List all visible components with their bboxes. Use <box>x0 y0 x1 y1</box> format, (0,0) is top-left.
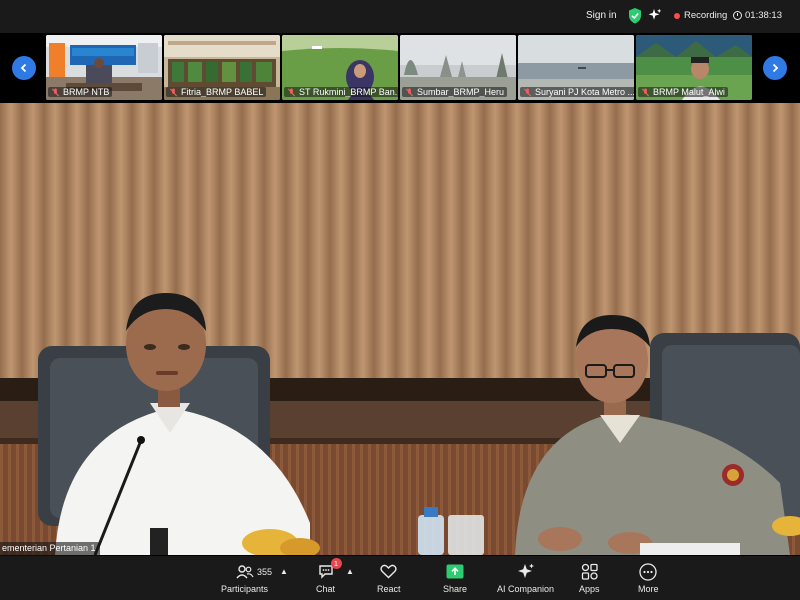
clock-icon <box>733 11 742 20</box>
timer-value: 01:38:13 <box>745 10 782 21</box>
main-video-scene <box>0 103 800 555</box>
more-button[interactable]: More <box>638 562 659 594</box>
participant-name-tag: BRMP Malut_Alwi <box>638 87 728 97</box>
participant-name-tag: ST Rukmini_BRMP Ban... <box>284 87 398 97</box>
gallery-strip: BRMP NTB Fitria_BRMP BABEL ST Rukmini_BR… <box>0 33 800 103</box>
chat-label: Chat <box>316 584 336 594</box>
mic-muted-icon <box>405 87 414 96</box>
mic-muted-icon <box>287 87 296 96</box>
main-video <box>0 103 800 555</box>
participant-tile[interactable]: BRMP NTB <box>46 35 162 100</box>
gallery-prev-button[interactable] <box>12 56 36 80</box>
chat-icon: 1 <box>317 558 342 580</box>
chat-unread-badge: 1 <box>330 558 342 569</box>
mic-muted-icon <box>641 87 650 96</box>
ai-sparkle-icon[interactable] <box>648 8 662 22</box>
react-button[interactable]: React <box>377 563 401 594</box>
chat-button[interactable]: 1 Chat <box>316 558 342 594</box>
participant-name-tag: BRMP NTB <box>48 87 113 97</box>
mic-muted-icon <box>169 87 178 96</box>
recording-dot-icon <box>674 12 680 19</box>
encryption-shield-icon[interactable] <box>628 8 642 24</box>
more-label: More <box>638 584 659 594</box>
participants-label: Participants <box>221 584 269 594</box>
gallery-next-button[interactable] <box>763 56 787 80</box>
gallery-tiles: BRMP NTB Fitria_BRMP BABEL ST Rukmini_BR… <box>46 35 752 100</box>
chevron-left-icon <box>20 63 27 73</box>
mic-muted-icon <box>523 87 532 96</box>
recording-label: Recording <box>684 10 728 21</box>
heart-icon <box>380 563 398 580</box>
participant-name-tag: Fitria_BRMP BABEL <box>166 87 267 97</box>
meeting-toolbar: Participants 355 ▲ 1 Chat ▲ React Share … <box>0 556 800 600</box>
apps-button[interactable]: Apps <box>579 563 600 594</box>
participants-count: 355 <box>257 567 273 577</box>
share-button[interactable]: Share <box>443 563 467 594</box>
share-screen-icon <box>446 563 464 580</box>
participant-tile[interactable]: Fitria_BRMP BABEL <box>164 35 280 100</box>
participant-tile[interactable]: BRMP Malut_Alwi <box>636 35 752 100</box>
participant-tile[interactable]: ST Rukmini_BRMP Ban... <box>282 35 398 100</box>
apps-icon <box>580 563 598 580</box>
meeting-timer: 01:38:13 <box>733 10 782 21</box>
ai-companion-label: AI Companion <box>497 584 555 594</box>
apps-label: Apps <box>579 584 600 594</box>
recording-indicator[interactable]: Recording <box>674 10 727 21</box>
participant-name-tag: Suryani PJ Kota Metro ... <box>520 87 634 97</box>
ai-companion-sparkle-icon <box>517 563 535 580</box>
chat-caret-icon[interactable]: ▲ <box>346 567 354 576</box>
more-dots-icon <box>639 562 657 581</box>
top-bar: Sign in Recording 01:38:13 <box>0 0 800 33</box>
participant-tile[interactable]: Suryani PJ Kota Metro ... <box>518 35 634 100</box>
participants-icon <box>235 563 254 580</box>
participants-caret-icon[interactable]: ▲ <box>280 567 288 576</box>
react-label: React <box>377 584 401 594</box>
sign-in-link[interactable]: Sign in <box>586 10 617 21</box>
share-label: Share <box>443 584 468 594</box>
mic-muted-icon <box>51 87 60 96</box>
active-speaker-name: ementerian Pertanian 1 <box>0 542 100 557</box>
ai-companion-button[interactable]: AI Companion <box>497 563 554 594</box>
participant-name-tag: Sumbar_BRMP_Heru <box>402 87 508 97</box>
participant-tile[interactable]: Sumbar_BRMP_Heru <box>400 35 516 100</box>
chevron-right-icon <box>772 63 779 73</box>
